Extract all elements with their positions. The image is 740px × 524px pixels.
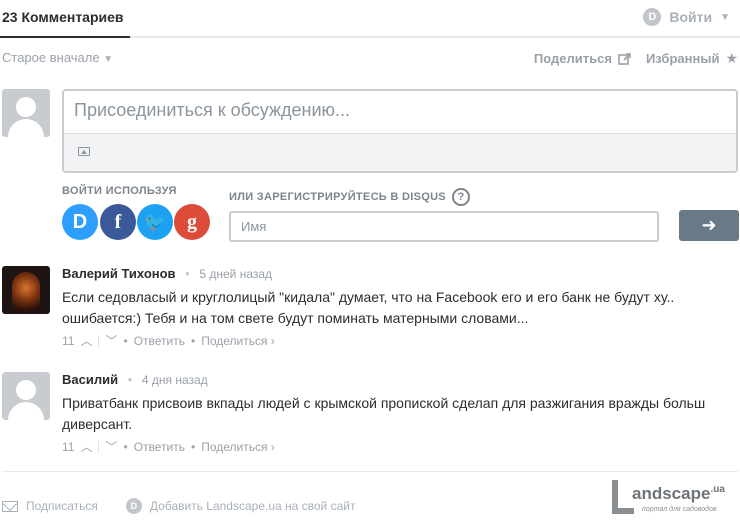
- login-menu[interactable]: D Войти ▼: [643, 8, 730, 26]
- upvote-icon[interactable]: ︿: [80, 438, 92, 455]
- upvote-icon[interactable]: ︿: [80, 332, 92, 349]
- avatar[interactable]: [2, 372, 50, 420]
- share-icon: [618, 53, 631, 65]
- comment-item: Василий • 4 дня назад Приватбанк присвои…: [2, 372, 738, 455]
- add-disqus-label: Добавить Landscape.ua на свой сайт: [149, 499, 356, 513]
- reply-link[interactable]: Ответить: [134, 334, 185, 348]
- comment-text: Если седовласый и круглолицый "кидала" д…: [62, 287, 738, 329]
- facebook-login-icon[interactable]: f: [100, 204, 136, 240]
- divider: [98, 440, 100, 453]
- separator-dot: •: [123, 439, 128, 454]
- login-with-label: ВОЙТИ ИСПОЛЬЗУЯ: [62, 185, 177, 197]
- sort-dropdown[interactable]: Старое вначале ▼: [2, 50, 113, 65]
- separator-dot: •: [191, 439, 196, 454]
- separator-dot: •: [185, 266, 190, 281]
- active-tab-underline: [0, 36, 130, 38]
- sort-row: Старое вначале ▼ Поделиться Избранный ★: [2, 50, 738, 68]
- help-icon[interactable]: ?: [451, 188, 470, 206]
- image-upload-icon[interactable]: [78, 147, 90, 156]
- chevron-down-icon: ▼: [720, 11, 730, 23]
- star-icon: ★: [725, 50, 738, 66]
- comment-text: Приватбанк присвоив вкпады людей с крымс…: [62, 393, 738, 435]
- login-label: Войти: [669, 9, 713, 25]
- comment-text-line: Приватбанк присвоив вкпады людей с крымс…: [62, 395, 706, 411]
- comment-time[interactable]: 5 дней назад: [199, 267, 272, 281]
- vote-count: 11: [62, 333, 75, 348]
- disqus-logo-icon: D: [643, 8, 662, 26]
- comment-actions: 11 ︿ ﹀ • Ответить • Поделиться ›: [62, 332, 275, 349]
- share-thread-button[interactable]: Поделиться: [534, 50, 632, 67]
- comment-meta: Василий • 4 дня назад: [62, 372, 208, 387]
- share-comment-link[interactable]: Поделиться ›: [201, 334, 275, 348]
- footer: Подписаться D Добавить Landscape.ua на с…: [2, 498, 355, 514]
- vote-count: 11: [62, 439, 75, 454]
- reply-link[interactable]: Ответить: [134, 440, 185, 454]
- guest-avatar: [2, 89, 50, 137]
- name-field[interactable]: Имя: [229, 211, 659, 242]
- comment-item: Валерий Тихонов • 5 дней назад Если седо…: [2, 266, 738, 349]
- downvote-icon[interactable]: ﹀: [105, 438, 117, 455]
- logo-letter-mark: [612, 480, 634, 514]
- logo-brand: andscape.ua: [632, 484, 725, 503]
- avatar[interactable]: [2, 266, 50, 314]
- favorite-label: Избранный: [645, 51, 720, 66]
- subscribe-link[interactable]: Подписаться: [2, 498, 98, 514]
- chevron-down-icon: ▼: [103, 54, 114, 65]
- comment-author[interactable]: Валерий Тихонов: [62, 266, 176, 281]
- comment-time[interactable]: 4 дня назад: [142, 373, 208, 387]
- divider: [98, 334, 100, 347]
- register-label: ИЛИ ЗАРЕГИСТРИРУЙТЕСЬ В DISQUS: [229, 191, 446, 203]
- arrow-right-icon: ➜: [701, 215, 717, 235]
- footer-divider: [2, 471, 738, 472]
- separator-dot: •: [191, 333, 196, 348]
- disqus-login-icon[interactable]: D: [62, 204, 98, 240]
- top-bar: 23 Комментариев D Войти ▼: [0, 0, 740, 38]
- site-watermark-logo: andscape.ua портал для садоводов: [612, 480, 738, 516]
- comment-input[interactable]: Присоединиться к обсуждению...: [64, 91, 736, 133]
- google-login-icon[interactable]: g: [174, 204, 210, 240]
- comment-author[interactable]: Василий: [62, 372, 118, 387]
- submit-button[interactable]: ➜: [679, 210, 739, 241]
- comment-meta: Валерий Тихонов • 5 дней назад: [62, 266, 272, 281]
- share-thread-label: Поделиться: [533, 51, 612, 66]
- subscribe-label: Подписаться: [26, 499, 98, 513]
- comment-composer[interactable]: Присоединиться к обсуждению...: [62, 89, 738, 173]
- separator-dot: •: [123, 333, 128, 348]
- mail-icon: [2, 500, 18, 512]
- downvote-icon[interactable]: ﹀: [105, 332, 117, 349]
- sort-label: Старое вначале: [2, 50, 100, 65]
- disqus-logo-icon: D: [125, 498, 142, 514]
- comment-text-line: Если седовласый и круглолицый "кидала" д…: [62, 289, 675, 305]
- separator-dot: •: [127, 372, 133, 387]
- comment-actions: 11 ︿ ﹀ • Ответить • Поделиться ›: [62, 438, 275, 455]
- logo-tagline: портал для садоводов: [642, 506, 717, 513]
- favorite-button[interactable]: Избранный ★: [646, 50, 738, 67]
- composer-toolbar: [64, 133, 736, 171]
- register-label-row: ИЛИ ЗАРЕГИСТРИРУЙТЕСЬ В DISQUS ?: [229, 188, 470, 206]
- comment-count-tab[interactable]: 23 Комментариев: [2, 9, 124, 25]
- comment-text-line: ошибается:) Тебя и на том свете будут по…: [62, 310, 529, 326]
- twitter-login-icon[interactable]: 🐦: [137, 204, 173, 240]
- share-comment-link[interactable]: Поделиться ›: [201, 440, 275, 454]
- comment-text-line: диверсант.: [62, 416, 133, 432]
- add-disqus-link[interactable]: D Добавить Landscape.ua на свой сайт: [125, 498, 356, 514]
- thread-actions: Поделиться Избранный ★: [534, 50, 738, 67]
